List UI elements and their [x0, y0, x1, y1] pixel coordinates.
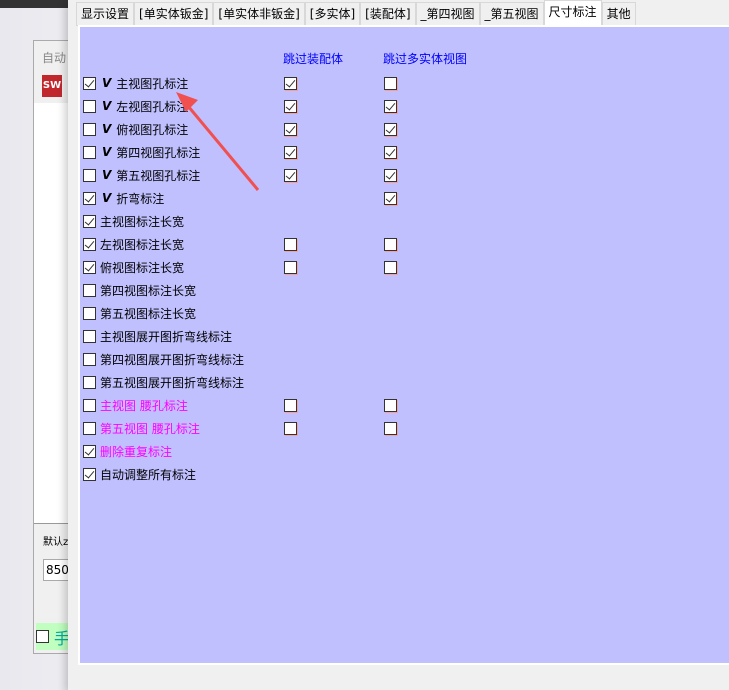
red-arrow-annotation [176, 92, 260, 191]
arrow-shaft [186, 105, 260, 191]
arrow-head [176, 92, 198, 112]
